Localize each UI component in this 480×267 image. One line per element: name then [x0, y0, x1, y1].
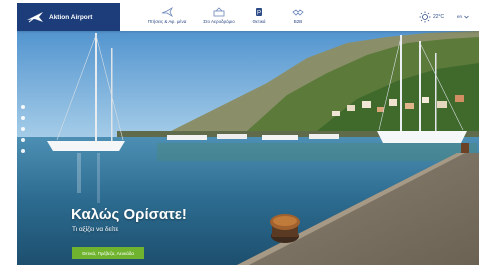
- nav-item-label: Θετικά: [252, 19, 266, 24]
- parking-icon: P: [256, 8, 262, 17]
- nav-item-label: B2B: [293, 19, 303, 24]
- slide-dot[interactable]: [21, 138, 25, 142]
- nav-item-label: Πτήσεις & Αφ. μένα: [147, 19, 187, 24]
- top-navigation-bar: Aktion Airport Πτήσεις & Αφ. μένα Στο Αε…: [17, 3, 479, 31]
- language-label: en: [457, 14, 463, 19]
- handshake-icon: [292, 9, 304, 16]
- slider-pagination: [21, 105, 25, 160]
- nav-item-sights[interactable]: P Θετικά: [243, 7, 275, 29]
- slide-dot[interactable]: [21, 105, 25, 109]
- nav-item-label: Στο Αεροδρόμιο: [203, 19, 235, 24]
- slide-dot[interactable]: [21, 116, 25, 120]
- plane-logo-icon: [27, 12, 43, 23]
- svg-text:P: P: [257, 11, 261, 17]
- airplane-icon: [161, 7, 173, 17]
- slide-dot[interactable]: [21, 149, 25, 153]
- chevron-down-icon: [464, 15, 469, 18]
- weather-temperature: 22°C: [433, 14, 445, 20]
- sun-icon: [419, 11, 431, 23]
- hero-title: Καλώς Ορίσατε!: [71, 206, 187, 223]
- brand-logo[interactable]: Aktion Airport: [17, 3, 120, 31]
- browser-viewport: Aktion Airport Πτήσεις & Αφ. μένα Στο Αε…: [17, 3, 479, 265]
- weather-widget: 22°C: [419, 11, 444, 23]
- language-selector[interactable]: en: [457, 14, 469, 19]
- brand-name: Aktion Airport: [49, 13, 93, 21]
- hero-cta-button[interactable]: Θετικά, Πρέβεζα, Λευκάδα: [72, 247, 144, 259]
- hero-subtitle: Τι αξίζει να δείτε: [72, 226, 119, 233]
- slide-dot[interactable]: [21, 127, 25, 131]
- airport-icon: [213, 7, 225, 17]
- nav-item-b2b[interactable]: B2B: [283, 7, 313, 29]
